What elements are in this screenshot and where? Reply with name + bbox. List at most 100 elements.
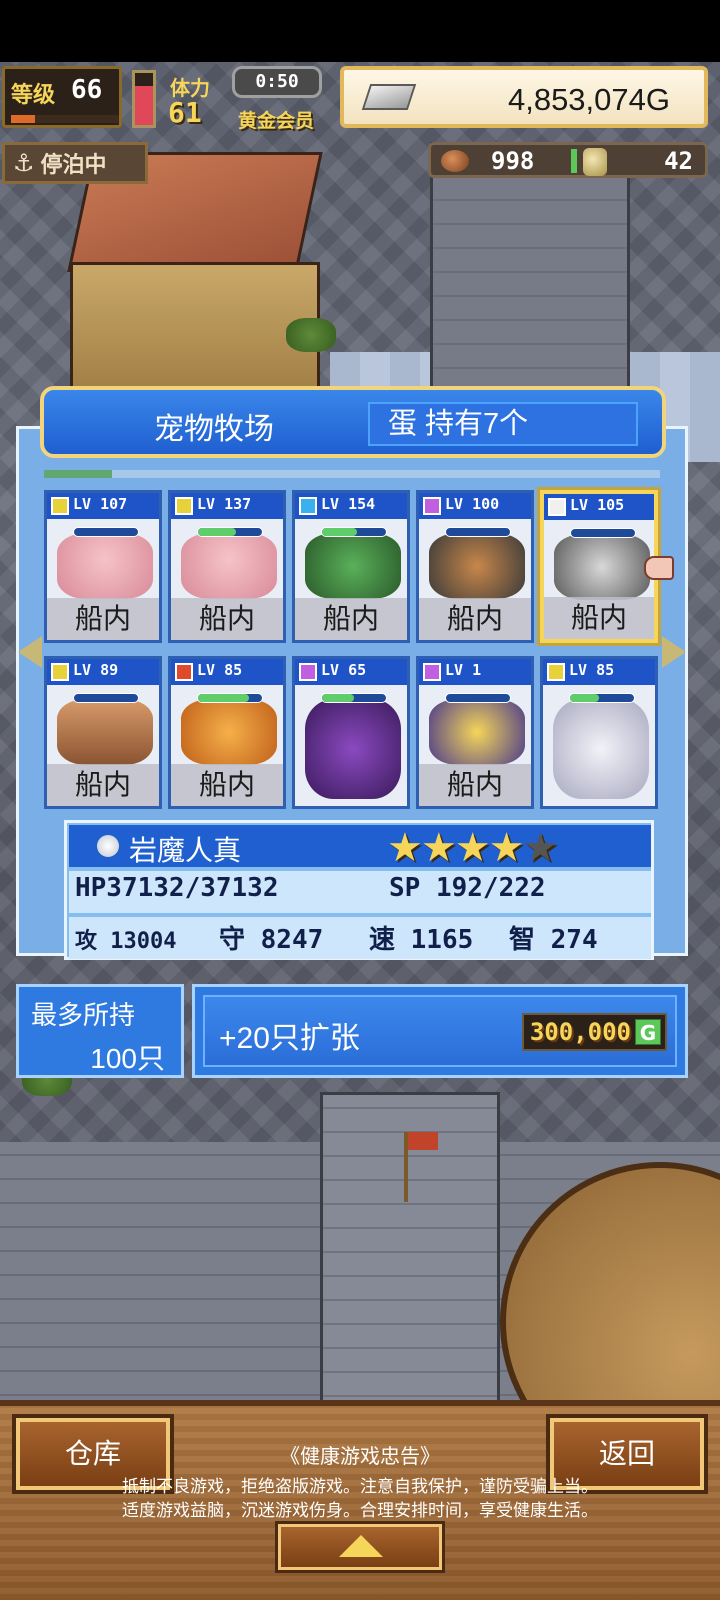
flag [404, 1132, 438, 1202]
xp-bar-fill [11, 115, 35, 123]
bottom-bar: 仓库 返回 《健康游戏忠告》 抵制不良游戏，拒绝盗版游戏。注意自我保护，谨防受骗… [0, 1400, 720, 1600]
star-filled-icon: ★ [387, 825, 423, 871]
pet-sprite [305, 699, 401, 799]
pet-level: LV 1 [445, 661, 482, 679]
element-icon [299, 497, 317, 515]
pet-card-header: LV 85 [543, 659, 655, 685]
star-filled-icon: ★ [420, 825, 457, 871]
pet-card-header: LV 89 [47, 659, 159, 685]
pet-card-header: LV 65 [295, 659, 407, 685]
pet-sprite [305, 533, 401, 599]
pet-card-header: LV 137 [171, 493, 283, 519]
expand-menu-button[interactable] [278, 1524, 442, 1570]
medal-icon [583, 148, 607, 176]
stamina-timer: 0:50 [232, 66, 322, 98]
pet-level: LV 105 [570, 496, 625, 514]
pet-hp-bar [445, 527, 511, 537]
pet-level: LV 65 [321, 661, 367, 679]
pet-card[interactable]: LV 85 [540, 656, 658, 809]
pet-location: 船内 [47, 764, 159, 806]
pet-hp-bar-fill [322, 694, 354, 702]
pet-card-header: LV 85 [171, 659, 283, 685]
stat-row-1: HP37132/37132 SP 192/222 [69, 871, 651, 913]
player-level-box: 等级 66 [2, 66, 122, 128]
element-icon [547, 663, 565, 681]
element-icon [548, 498, 566, 516]
xp-bar [11, 115, 119, 123]
stat-hp: HP37132/37132 [75, 873, 279, 903]
stat-row-2: 攻 13004 守 8247 速 1165 智 274 [69, 917, 651, 959]
pet-card[interactable]: LV 1 船内 [416, 656, 534, 809]
pet-sprite [57, 699, 153, 765]
element-icon [175, 497, 193, 515]
anchor-icon: ⚓ [13, 149, 35, 177]
egg-count[interactable]: 蛋 持有7个 [368, 402, 638, 446]
pet-sprite [429, 533, 525, 599]
pointer-hand-icon [644, 556, 674, 580]
pet-name-bar: 岩魔人真 ★★★★★ [69, 825, 651, 871]
expand-label: +20只扩张 [219, 1022, 360, 1055]
pet-card-header: LV 107 [47, 493, 159, 519]
pet-card-header: LV 1 [419, 659, 531, 685]
pet-card[interactable]: LV 137 船内 [168, 490, 286, 643]
pet-card[interactable]: LV 100 船内 [416, 490, 534, 643]
pet-hp-bar [570, 528, 636, 538]
gold-display[interactable]: 4,853,074G [340, 66, 708, 128]
bush [286, 318, 336, 352]
star-filled-icon: ★ [488, 825, 525, 871]
pet-card-header: LV 105 [544, 494, 654, 520]
pet-card[interactable]: LV 89 船内 [44, 656, 162, 809]
pet-card-header: LV 100 [419, 493, 531, 519]
pet-sprite [553, 699, 649, 799]
pet-hp-bar [445, 693, 511, 703]
resource-bar: 998 42 [428, 142, 708, 178]
pet-card[interactable]: LV 105 船内 [540, 490, 658, 643]
pet-card[interactable]: LV 85 船内 [168, 656, 286, 809]
pet-detail: 岩魔人真 ★★★★★ HP37132/37132 SP 192/222 攻 13… [64, 820, 654, 960]
silver-bar-icon [361, 84, 417, 110]
expand-capacity-button[interactable]: +20只扩张 300,000 G [203, 995, 677, 1067]
capacity-value: 100只 [90, 1043, 165, 1074]
pet-sprite [181, 533, 277, 599]
pet-level: LV 85 [197, 661, 243, 679]
moored-status[interactable]: ⚓ 停泊中 [2, 142, 148, 184]
pet-hp-bar [197, 693, 263, 703]
ranch-title: 宠物牧场 [154, 413, 274, 446]
pet-location: 船内 [171, 598, 283, 640]
page-right-arrow-icon[interactable] [662, 636, 686, 668]
element-icon [175, 663, 193, 681]
stat-speed: 速 1165 [369, 925, 474, 955]
up-arrow-icon [339, 1535, 383, 1557]
membership-badge[interactable]: 黄金会员 [238, 106, 314, 133]
star-filled-icon: ★ [454, 825, 491, 871]
pet-level: LV 154 [321, 495, 376, 513]
pet-level: LV 85 [569, 661, 615, 679]
gold-currency-icon: G [635, 1019, 661, 1045]
health-notice-title: 《健康游戏忠告》 [280, 1446, 440, 1468]
pet-sprite [429, 699, 525, 765]
pet-card[interactable]: LV 65 [292, 656, 410, 809]
expand-box: +20只扩张 300,000 G [192, 984, 688, 1078]
capacity-label: 最多所持 [31, 1000, 136, 1030]
pet-hp-bar-fill [198, 528, 237, 536]
element-gem-icon [97, 835, 119, 857]
pet-hp-bar [321, 693, 387, 703]
stamina-gauge-fill [135, 86, 153, 125]
pet-hp-bar-fill [198, 694, 250, 702]
pet-hp-bar [569, 693, 635, 703]
element-icon [423, 497, 441, 515]
pet-location: 船内 [47, 598, 159, 640]
pet-card[interactable]: LV 107 船内 [44, 490, 162, 643]
page-left-arrow-icon[interactable] [18, 636, 42, 668]
element-icon [299, 663, 317, 681]
resource-divider [571, 149, 577, 173]
pet-list-scroll-thumb[interactable] [44, 470, 112, 478]
stamina-box: 体力 61 [160, 66, 232, 129]
pet-location: 船内 [544, 597, 654, 639]
pet-level: LV 107 [73, 495, 128, 513]
pet-sprite [57, 533, 153, 599]
resource-1-value: 998 [491, 147, 535, 175]
pet-card[interactable]: LV 154 船内 [292, 490, 410, 643]
pet-card-header: LV 154 [295, 493, 407, 519]
pet-list-scrollbar[interactable] [44, 470, 660, 478]
